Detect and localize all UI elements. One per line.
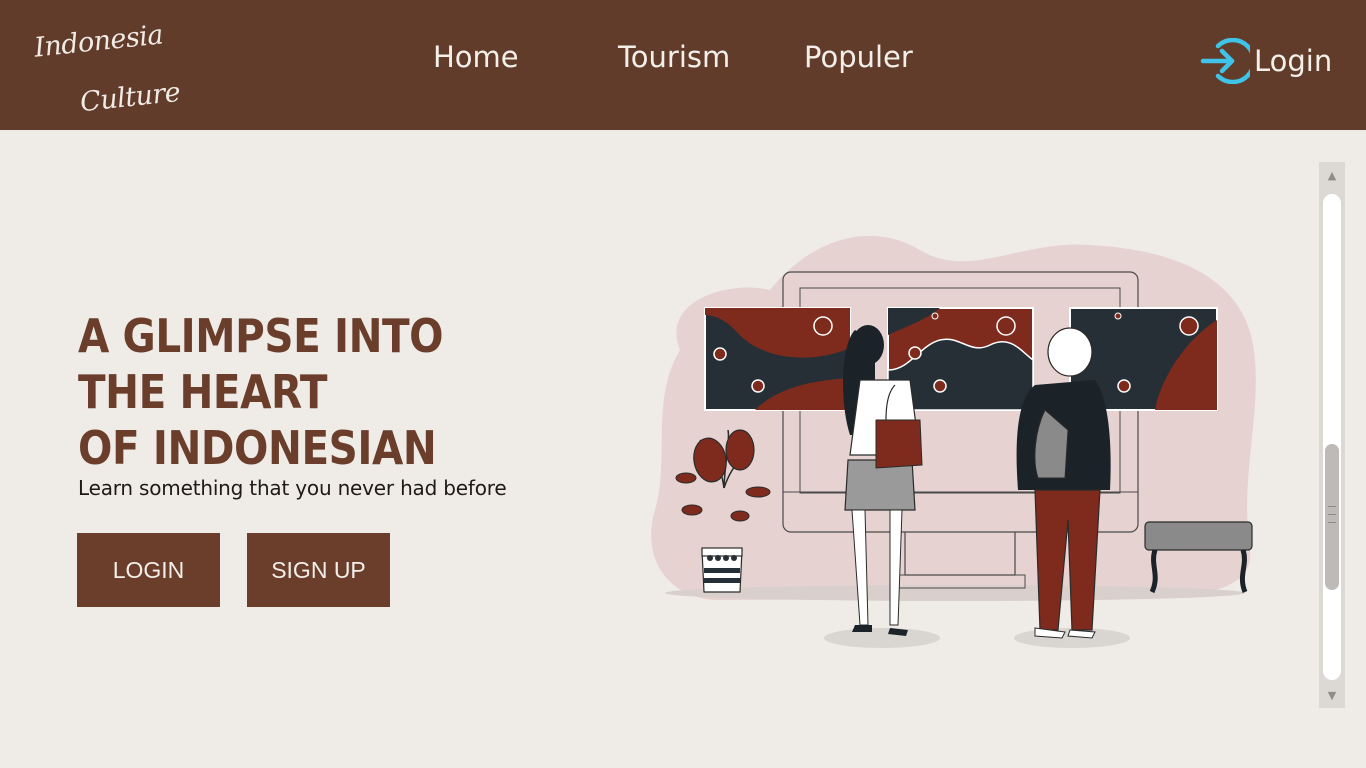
grip-line [1328, 514, 1336, 515]
hero-title-line-1: A GLIMPSE INTO [78, 309, 444, 363]
signup-button[interactable]: SIGN UP [247, 533, 390, 607]
painting-1 [704, 307, 851, 411]
nav-login-link[interactable]: Login [1200, 38, 1332, 84]
site-logo[interactable]: Indonesia Culture [32, 18, 182, 128]
grip-line [1328, 506, 1336, 507]
hero-title-line-3: OF INDONESIAN [78, 421, 437, 475]
hero-title: A GLIMPSE INTO THE HEART OF INDONESIAN [78, 308, 500, 476]
vertical-scrollbar[interactable]: ▲ ▼ [1319, 162, 1345, 708]
logo-line-1: Indonesia [32, 19, 165, 64]
floor-shadow-shape [665, 585, 1245, 601]
nav-link-home[interactable]: Home [433, 40, 519, 74]
login-arrow-icon [1200, 38, 1250, 84]
scroll-down-arrow-icon[interactable]: ▼ [1319, 682, 1345, 708]
nav-login-label: Login [1254, 44, 1333, 78]
scroll-track[interactable] [1323, 194, 1341, 680]
scroll-thumb[interactable] [1325, 444, 1339, 590]
hero-subtitle: Learn something that you never had befor… [78, 476, 507, 500]
scroll-up-arrow-icon[interactable]: ▲ [1319, 162, 1345, 188]
top-navbar: Indonesia Culture Home Tourism Populer L… [0, 0, 1366, 130]
login-button[interactable]: LOGIN [77, 533, 220, 607]
hero-title-line-2: THE HEART [78, 365, 328, 419]
gallery-illustration [651, 235, 1256, 648]
logo-line-2: Culture [78, 76, 182, 119]
grip-line [1328, 522, 1336, 523]
nav-link-tourism[interactable]: Tourism [618, 40, 730, 74]
nav-link-populer[interactable]: Populer [804, 40, 913, 74]
